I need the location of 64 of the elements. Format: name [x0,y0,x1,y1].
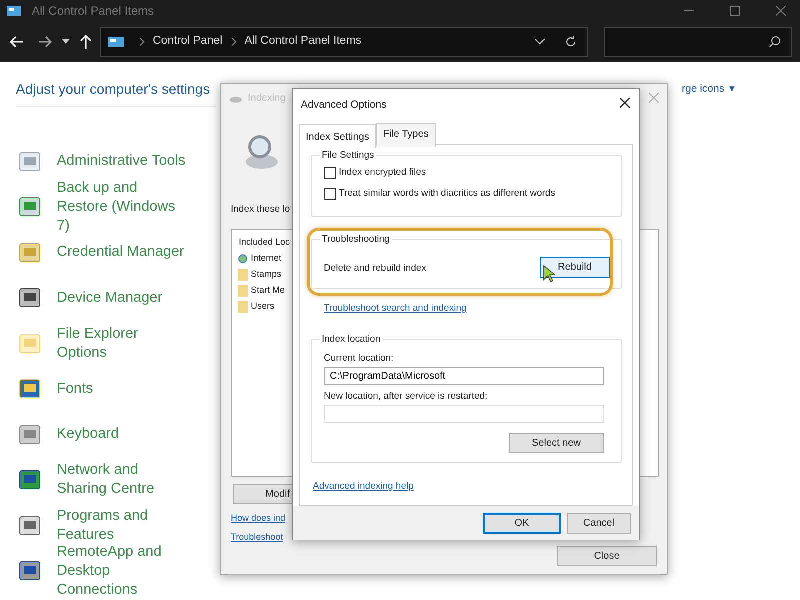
help-link[interactable]: Troubleshoot [231,531,284,544]
help-link[interactable]: Advanced indexing help [313,480,414,494]
applet-link[interactable]: Keyboard [57,425,120,444]
control-panel-icon [107,36,125,48]
dialog-button[interactable]: OK [483,512,561,534]
location-item[interactable]: Start Me [251,284,286,298]
location-item[interactable]: Stamps [251,268,282,282]
troubleshoot-link[interactable]: Troubleshoot search and indexing [324,302,467,316]
applet-link[interactable]: RemoteApp and Desktop Connections [57,542,188,600]
rebuild-button[interactable]: Rebuild [540,257,610,278]
forward-icon[interactable] [38,36,52,48]
folder-icon [238,284,248,297]
breadcrumb-item[interactable]: All Control Panel Items [244,33,362,51]
chevron-icon [139,38,145,46]
help-link[interactable]: How does ind [231,512,286,526]
breadcrumb-item[interactable]: Control Panel [153,33,223,51]
search-icon [769,36,781,48]
modify-button[interactable]: Modif [233,484,293,504]
dialog-button[interactable]: Cancel [567,512,631,534]
chevron-icon [230,38,237,46]
dialog-title: Advanced Options [301,98,387,113]
checkbox[interactable] [324,167,336,180]
app-icon [6,5,22,17]
page-heading: Adjust your computer's settings [16,80,210,99]
applet-link[interactable]: Fonts [57,380,94,399]
caret-icon[interactable]: ▾ [730,82,736,98]
location-field[interactable]: C:\ProgramData\Microsoft [324,367,604,385]
checkbox[interactable] [324,188,336,200]
back-icon[interactable] [10,36,24,48]
dropdown-icon[interactable] [535,39,545,45]
checkbox-label: Index encrypted files [339,166,426,180]
checkbox-label: Treat similar words with diacritics as different words [339,187,556,201]
window-title: All Control Panel Items [32,3,154,20]
tab[interactable]: File Types [376,123,436,147]
description-text: Delete and rebuild index [324,262,426,276]
up-icon[interactable] [80,35,92,49]
location-item[interactable]: Users [251,300,275,314]
maximize-icon[interactable] [730,6,740,16]
applet-link[interactable]: Back up and Restore (Windows 7) [57,178,188,236]
address-bar[interactable]: Control Panel All Control Panel Items [100,27,588,57]
applet-link[interactable]: Programs and Features [57,506,188,545]
applet-link[interactable]: Administrative Tools [57,152,186,172]
applet-link[interactable]: File Explorer Options [57,324,188,363]
applet-link[interactable]: Device Manager [57,288,163,308]
close-button[interactable]: Close [557,546,657,566]
prompt-text: Index these lo [231,203,290,217]
folder-icon [238,268,248,281]
applet-link[interactable]: Network and Sharing Centre [57,461,188,500]
select-new-button[interactable]: Select new [509,433,604,453]
field-label: New location, after service is restarted: [324,390,488,404]
refresh-icon[interactable] [565,36,577,48]
folder-icon [238,300,248,313]
globe-icon [238,252,248,265]
search-field[interactable] [604,27,792,57]
close-icon[interactable] [620,98,630,108]
view-by-link[interactable]: rge icons [682,82,725,98]
caret-icon[interactable] [62,39,70,45]
column-header: Included Loc [239,236,290,249]
location-field[interactable] [324,405,604,423]
field-label: Current location: [324,352,394,366]
tab[interactable]: Index Settings [299,124,376,148]
cursor-icon [543,265,555,283]
location-item[interactable]: Internet [251,252,282,266]
applet-link[interactable]: Credential Manager [57,243,184,262]
